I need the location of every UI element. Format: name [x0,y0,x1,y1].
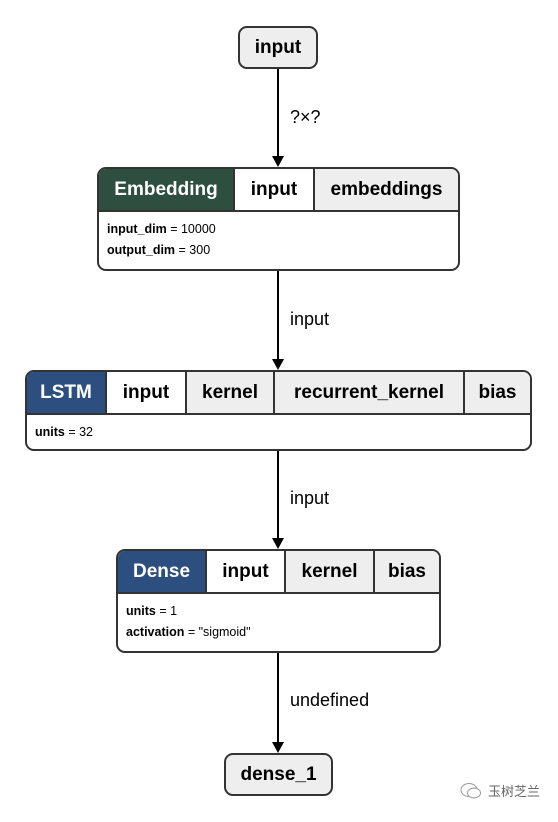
edge-lstm-dense [277,451,279,539]
watermark-text: 玉树芝兰 [488,784,541,799]
attr-row: output_dim = 300 [107,243,211,257]
embedding-op[interactable]: Embedding [99,169,235,210]
lstm-op[interactable]: LSTM [27,372,107,413]
wechat-icon [460,782,481,798]
lstm-bias-cell[interactable]: bias [465,372,530,413]
lstm-kernel-cell[interactable]: kernel [187,372,275,413]
edge-label: input [290,488,330,508]
edge-label: undefined [290,690,370,710]
attr-row: units = 32 [35,425,94,439]
lstm-node[interactable]: LSTM input kernel recurrent_kernel bias … [25,370,532,451]
dense-node[interactable]: Dense input kernel bias units = 1 activa… [116,549,441,653]
attr-row: input_dim = 10000 [107,222,216,236]
edge-input-embedding [277,69,279,157]
watermark: 玉树芝兰 [460,781,540,800]
edge-label: input [290,309,330,329]
edge-embedding-lstm [277,271,279,359]
arrow-head-icon [272,359,284,370]
edge-label: ?×? [290,107,321,127]
edge-dense-output [277,653,279,743]
dense-kernel-cell[interactable]: kernel [286,551,375,592]
dense-bias-cell[interactable]: bias [375,551,439,592]
dense-op[interactable]: Dense [118,551,207,592]
arrow-head-icon [272,156,284,167]
input-node[interactable]: input [238,26,318,69]
lstm-recurrent-kernel-cell[interactable]: recurrent_kernel [275,372,465,413]
model-graph: input ?×? Embedding input embeddings inp… [0,0,558,822]
arrow-head-icon [272,538,284,549]
dense-input-cell[interactable]: input [207,551,286,592]
output-node[interactable]: dense_1 [224,753,333,796]
embedding-embeddings-cell[interactable]: embeddings [315,169,458,210]
attr-row: activation = "sigmoid" [126,625,251,639]
embedding-input-cell[interactable]: input [235,169,315,210]
embedding-node[interactable]: Embedding input embeddings input_dim = 1… [97,167,460,271]
lstm-input-cell[interactable]: input [107,372,187,413]
attr-row: units = 1 [126,604,178,618]
arrow-head-icon [272,742,284,753]
